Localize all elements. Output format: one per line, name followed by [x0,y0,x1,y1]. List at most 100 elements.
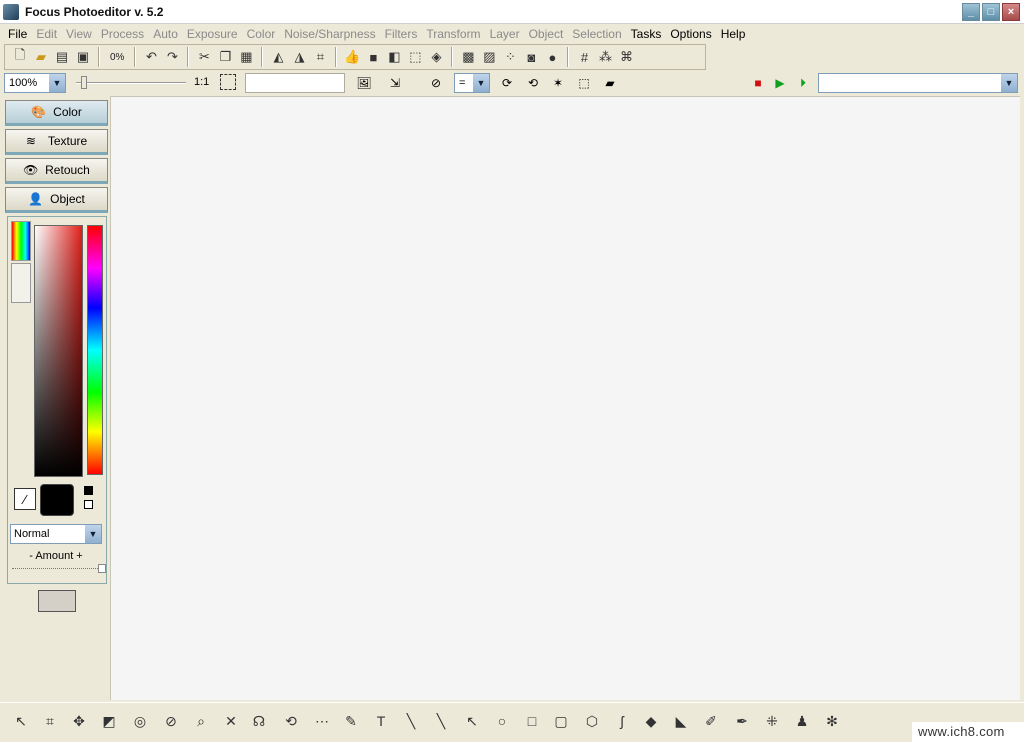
chevron-down-icon[interactable]: ▼ [49,74,65,92]
menu-transform[interactable]: Transform [426,27,480,41]
tab-retouch[interactable]: 👁 Retouch [5,158,108,184]
zoom-slider-thumb[interactable] [81,76,87,89]
open-folder-icon[interactable]: ▰ [601,74,619,92]
freehand-lasso-tool-icon[interactable]: ☊ [248,710,270,732]
compare-icon[interactable]: ⊘ [427,74,445,92]
menu-file[interactable]: File [8,27,27,41]
menu-layer[interactable]: Layer [490,27,520,41]
arrow-tool-icon[interactable]: ↖ [461,710,483,732]
ellipse-tool-icon[interactable]: ○ [491,710,513,732]
mask-icon[interactable]: ◙ [522,48,540,66]
menu-object[interactable]: Object [529,27,564,41]
tab-color[interactable]: 🎨 Color [5,100,108,126]
menu-selection[interactable]: Selection [572,27,621,41]
diamond-icon[interactable]: ◈ [427,48,445,66]
menu-color[interactable]: Color [247,27,276,41]
move-tool-icon[interactable]: ✥ [68,710,90,732]
menu-help[interactable]: Help [721,27,746,41]
image-preview-icon[interactable]: 🖼 [355,74,373,92]
stop-icon[interactable]: ■ [749,74,767,92]
fit-to-window-icon[interactable] [220,74,236,90]
swatch-mode-icon[interactable] [11,263,31,303]
clone-stamp-tool-icon[interactable]: ♟ [791,710,813,732]
step-play-icon[interactable]: ⏵ [794,74,812,92]
tab-texture[interactable]: ≋ Texture [5,129,108,155]
fill-square-icon[interactable]: ■ [364,48,382,66]
image-canvas[interactable] [110,96,1020,700]
amount-slider-thumb[interactable] [98,564,106,573]
redo-icon[interactable]: ↷ [163,48,181,66]
transform-icon[interactable]: ⬚ [406,48,424,66]
scatter-icon[interactable]: ⁘ [501,48,519,66]
tab-object[interactable]: 👤 Object [5,187,108,213]
circle-icon[interactable]: ● [543,48,561,66]
close-button[interactable]: × [1002,3,1020,21]
swap-colors-icon[interactable] [80,484,98,514]
menu-process[interactable]: Process [101,27,144,41]
undo-icon[interactable]: ↶ [142,48,160,66]
menu-tasks[interactable]: Tasks [631,27,662,41]
text-tool-icon[interactable]: T [370,710,392,732]
export-icon[interactable]: ⇲ [386,74,404,92]
grid-icon[interactable]: # [575,48,593,66]
eyedropper-icon[interactable]: ⁄ [14,488,36,510]
play-icon[interactable]: ▶ [771,74,789,92]
line-tool-icon[interactable]: ╲ [430,710,452,732]
fill-bucket-tool-icon[interactable]: ◆ [640,710,662,732]
menu-options[interactable]: Options [670,27,711,41]
magnify-select-tool-icon[interactable]: ⌕ [190,710,212,732]
open-folder-icon[interactable]: ▰ [32,48,50,66]
zoom-slider[interactable] [76,76,186,89]
pen-tool-icon[interactable]: ✎ [340,710,362,732]
dashed-line-tool-icon[interactable]: ⋯ [311,710,333,732]
refresh-icon[interactable]: ⟳ [498,74,516,92]
menu-filters[interactable]: Filters [385,27,418,41]
polygon-lasso-tool-icon[interactable]: ⟲ [280,710,302,732]
polygon-tool-icon[interactable]: ⬡ [581,710,603,732]
layer-icon[interactable]: ▨ [480,48,498,66]
actual-size-button[interactable]: 1:1 [194,76,209,88]
crop-icon[interactable]: ⌗ [311,48,329,66]
menu-edit[interactable]: Edit [36,27,57,41]
cut-icon[interactable]: ✂ [195,48,213,66]
dotted-grid-icon[interactable]: ⁂ [596,48,614,66]
eraser-tool-icon[interactable]: ◩ [98,710,120,732]
thick-line-tool-icon[interactable]: ╲ [400,710,422,732]
flip-vertical-icon[interactable]: ◮ [290,48,308,66]
menu-auto[interactable]: Auto [153,27,178,41]
chevron-down-icon[interactable]: ▼ [473,74,489,92]
hue-slider[interactable] [87,225,103,475]
amount-slider[interactable] [12,564,106,573]
new-file-icon[interactable]: 🗋 [11,47,29,66]
lasso-circle-tool-icon[interactable]: ◎ [129,710,151,732]
chevron-down-icon[interactable]: ▼ [85,525,101,543]
spectrum-mode-icon[interactable] [11,221,31,261]
rotate-icon[interactable]: ⟲ [524,74,542,92]
menu-view[interactable]: View [66,27,92,41]
copy-icon[interactable]: ❐ [216,48,234,66]
gradient-tool-icon[interactable]: ◣ [670,710,692,732]
brush-tool-icon[interactable]: ✐ [700,710,722,732]
task-select[interactable]: ▼ [818,73,1018,93]
selection-frame-icon[interactable]: ⬚ [575,74,593,92]
brush-select-tool-icon[interactable]: ⊘ [160,710,182,732]
spray-tool-icon[interactable]: ⁜ [761,710,783,732]
blend-mode-select[interactable]: Normal ▼ [10,524,102,544]
rounded-rectangle-tool-icon[interactable]: ▢ [550,710,572,732]
rectangle-tool-icon[interactable]: □ [521,710,543,732]
zoom-select[interactable]: 100% ▼ [4,73,66,93]
save-icon[interactable]: ▣ [74,48,92,66]
minimize-button[interactable]: _ [962,3,980,21]
curve-tool-icon[interactable]: ʃ [611,710,633,732]
crop-tool-icon[interactable]: ⌗ [39,710,61,732]
compare-mode-select[interactable]: = ▼ [454,73,490,93]
paste-icon[interactable]: ▦ [237,48,255,66]
magic-wand-icon[interactable]: ✶ [549,74,567,92]
menu-exposure[interactable]: Exposure [187,27,238,41]
stamp-brush-tool-icon[interactable]: ✒ [731,710,753,732]
grid-settings-icon[interactable]: ⌘ [617,48,635,66]
frame-icon[interactable]: ▩ [459,48,477,66]
flip-horizontal-icon[interactable]: ◭ [269,48,287,66]
menu-noise-sharpness[interactable]: Noise/Sharpness [284,27,375,41]
pointer-tool-icon[interactable]: ↖ [10,710,32,732]
